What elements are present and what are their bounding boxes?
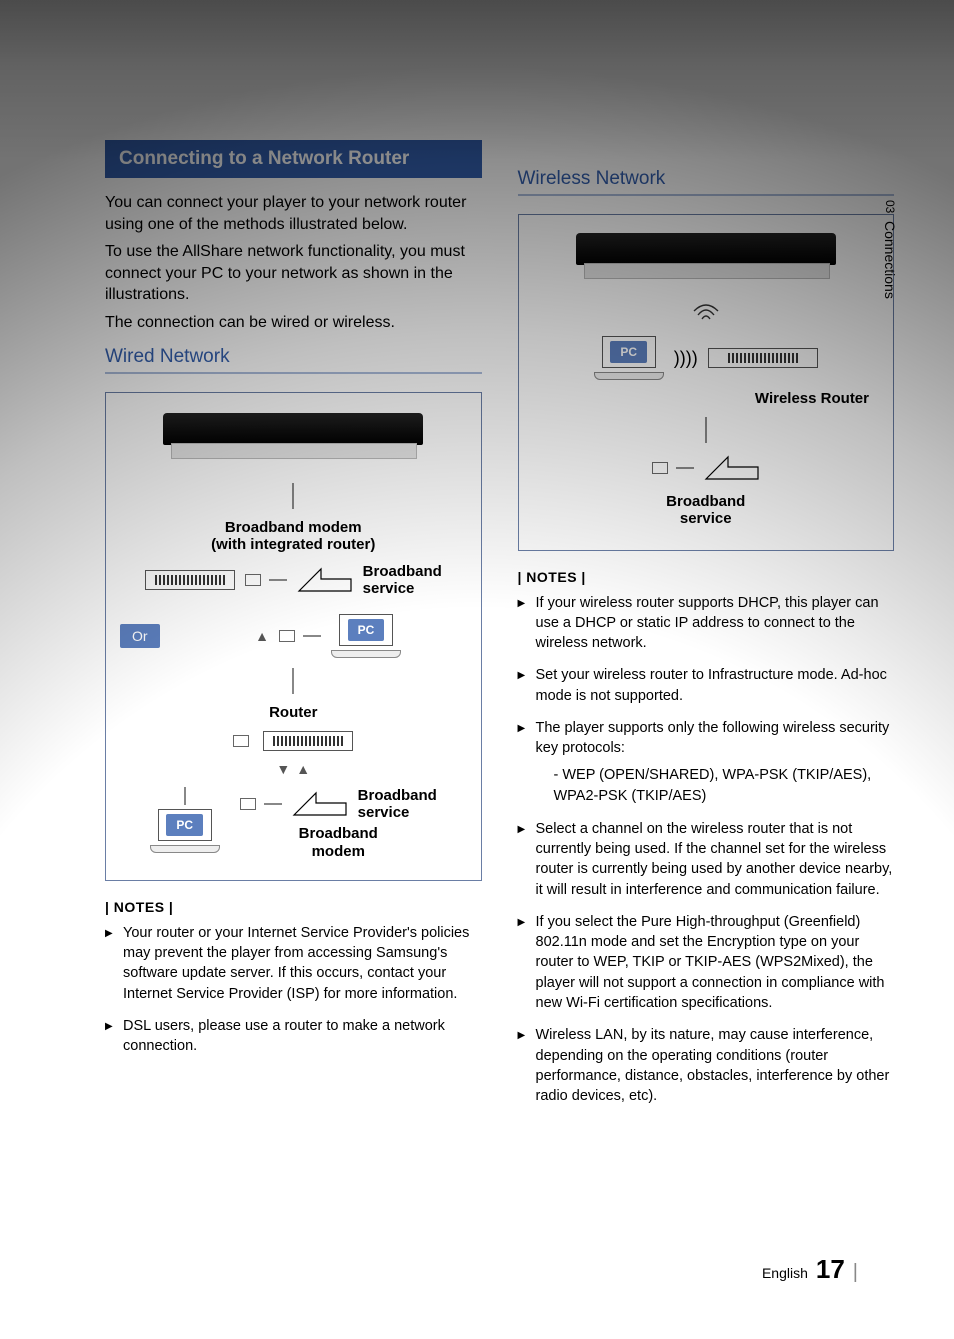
wired-diagram: Broadband modem (with integrated router)…: [105, 392, 482, 881]
note-subitem: WEP (OPEN/SHARED), WPA-PSK (TKIP/AES), W…: [536, 765, 895, 807]
side-tab: 03 Connections: [882, 200, 898, 299]
note-item: Set your wireless router to Infrastructu…: [518, 665, 895, 706]
chapter-number: 03: [883, 200, 897, 213]
broadband-service-label: Broadband service: [358, 787, 437, 822]
note-item: If your wireless router supports DHCP, t…: [518, 593, 895, 654]
arrow-up-icon: ▲: [296, 761, 310, 777]
note-item: If you select the Pure High-throughput (…: [518, 912, 895, 1013]
laptop-icon: PC: [150, 809, 220, 853]
or-badge: Or: [120, 624, 160, 648]
notes-heading: | NOTES |: [105, 899, 482, 915]
cable-icon: [184, 787, 186, 805]
wireless-notes-list: If your wireless router supports DHCP, t…: [518, 593, 895, 1107]
wireless-subhead: Wireless Network: [518, 168, 895, 196]
cable-icon: [652, 462, 694, 474]
wired-subhead: Wired Network: [105, 346, 482, 374]
note-item: Select a channel on the wireless router …: [518, 819, 895, 900]
modem-integrated-label: Broadband modem (with integrated router): [211, 519, 375, 554]
footer-divider-icon: |: [853, 1261, 858, 1284]
chapter-title: Connections: [882, 221, 898, 299]
cable-icon: [233, 735, 253, 747]
wifi-signal-icon: )))): [674, 348, 698, 369]
wireless-router-icon: [708, 348, 818, 368]
arrow-down-icon: ▼: [276, 761, 290, 777]
footer-language: English: [762, 1265, 808, 1281]
cable-icon: [279, 630, 321, 642]
laptop-icon: PC: [331, 614, 401, 658]
wireless-diagram: PC )))) Wireless Router Broadband servic…: [518, 214, 895, 551]
cable-icon: [705, 417, 707, 443]
note-text: The player supports only the following w…: [536, 720, 890, 756]
broadband-icon: [292, 789, 348, 819]
cable-icon: [292, 668, 294, 694]
intro-block: You can connect your player to your netw…: [105, 192, 482, 334]
cable-icon: [240, 798, 282, 810]
note-item: Your router or your Internet Service Pro…: [105, 923, 482, 1004]
wired-notes-list: Your router or your Internet Service Pro…: [105, 923, 482, 1057]
section-banner: Connecting to a Network Router: [105, 140, 482, 178]
cable-icon: [292, 483, 294, 509]
broadband-icon: [297, 565, 353, 595]
modem-router-icon: [145, 570, 235, 590]
wireless-router-label: Wireless Router: [755, 390, 869, 407]
broadband-modem-label: Broadband modem: [299, 825, 378, 860]
pc-badge: PC: [610, 341, 647, 363]
notes-heading: | NOTES |: [518, 569, 895, 585]
player-icon: [576, 233, 836, 265]
pc-badge: PC: [166, 814, 203, 836]
router-icon: [263, 731, 353, 751]
note-item: The player supports only the following w…: [518, 718, 895, 807]
page-number: 17: [816, 1254, 845, 1285]
router-label: Router: [269, 704, 317, 721]
broadband-service-label: Broadband service: [666, 493, 745, 528]
intro-p2: To use the AllShare network functionalit…: [105, 241, 482, 306]
broadband-icon: [704, 453, 760, 483]
player-icon: [163, 413, 423, 445]
page-footer: English 17 |: [762, 1254, 858, 1285]
broadband-service-label: Broadband service: [363, 563, 442, 598]
note-item: DSL users, please use a router to make a…: [105, 1016, 482, 1057]
arrow-up-icon: ▲: [255, 628, 269, 644]
intro-p3: The connection can be wired or wireless.: [105, 312, 482, 334]
intro-p1: You can connect your player to your netw…: [105, 192, 482, 235]
note-item: Wireless LAN, by its nature, may cause i…: [518, 1025, 895, 1106]
pc-badge: PC: [348, 619, 385, 641]
wifi-icon: [691, 303, 721, 326]
laptop-icon: PC: [594, 336, 664, 380]
cable-icon: [245, 574, 287, 586]
